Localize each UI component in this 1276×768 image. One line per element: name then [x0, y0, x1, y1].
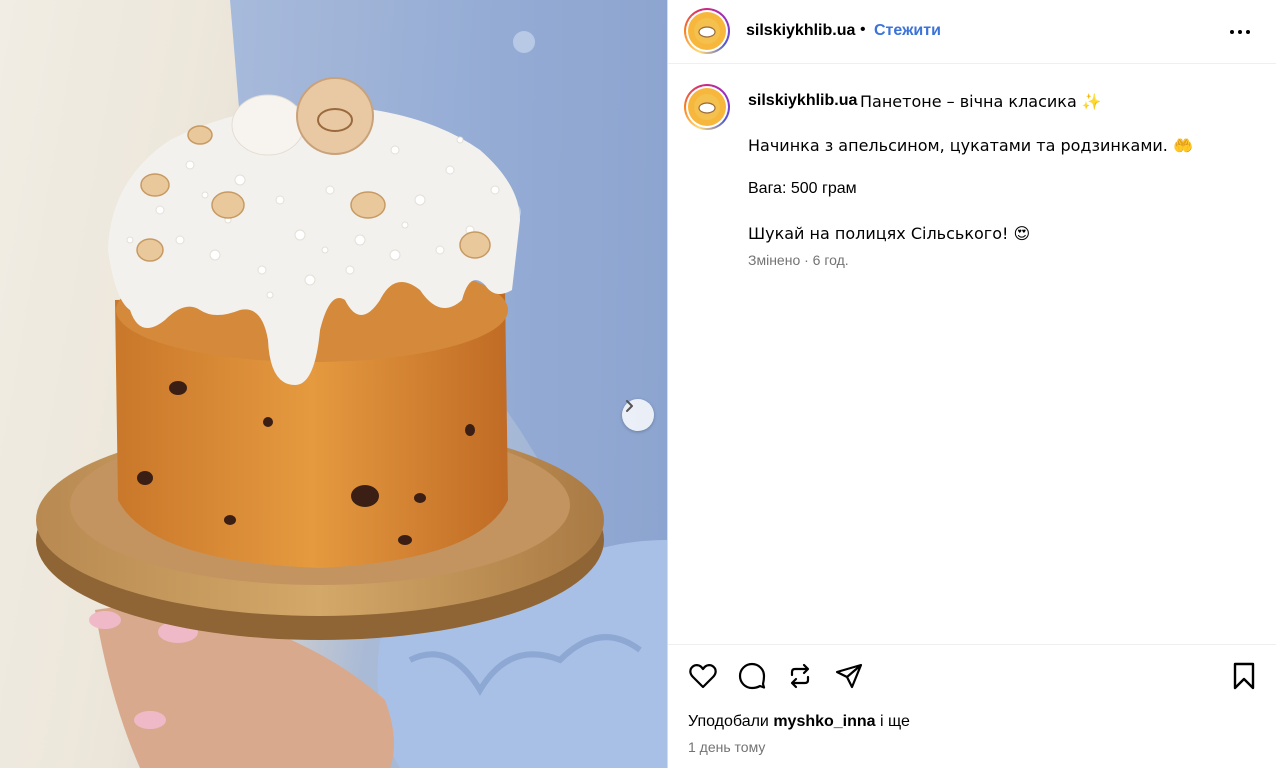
next-slide-button[interactable]	[622, 399, 654, 431]
caption-line-weight: Вага: 500 грам	[748, 180, 857, 197]
comment-icon[interactable]	[737, 661, 767, 691]
edited-timestamp: Змінено · 6 год.	[748, 252, 849, 268]
likes-user[interactable]: myshko_inna	[773, 713, 875, 730]
likes-suffix: і ще	[880, 713, 910, 730]
heart-icon[interactable]	[688, 661, 718, 691]
bookmark-icon[interactable]	[1229, 661, 1259, 691]
bakery-logo-icon	[694, 94, 720, 120]
bakery-logo-icon	[694, 18, 720, 44]
separator-dot: •	[860, 21, 866, 38]
repost-icon[interactable]	[785, 661, 815, 691]
likes-prefix: Уподобали	[688, 713, 769, 730]
caption-avatar[interactable]	[684, 84, 730, 130]
post-photo	[36, 0, 667, 768]
post-timestamp: 1 день тому	[688, 739, 766, 755]
author-avatar[interactable]	[684, 8, 730, 54]
caption-line-filling: Начинка з апельсином, цукатами та родзин…	[748, 136, 1193, 155]
chevron-right-icon	[626, 400, 633, 412]
post-media	[0, 0, 667, 768]
author-username[interactable]: silskiykhlib.ua	[746, 22, 855, 40]
post-header: silskiykhlib.ua • Стежити	[668, 0, 1276, 64]
post-actions: Уподобали myshko_inna і ще 1 день тому	[668, 644, 1276, 768]
caption-line-cta: Шукай на полицях Сільського! 😍	[748, 224, 1031, 243]
caption-title: Панетоне – вічна класика ✨	[860, 92, 1102, 111]
likes-summary[interactable]: Уподобали myshko_inna і ще	[688, 713, 910, 731]
post-side-panel: silskiykhlib.ua • Стежити silskiykhlib.u…	[667, 0, 1276, 768]
share-icon[interactable]	[834, 661, 864, 691]
follow-button[interactable]: Стежити	[874, 22, 941, 40]
more-icon[interactable]	[1228, 22, 1252, 42]
caption-username[interactable]: silskiykhlib.ua	[748, 92, 857, 110]
